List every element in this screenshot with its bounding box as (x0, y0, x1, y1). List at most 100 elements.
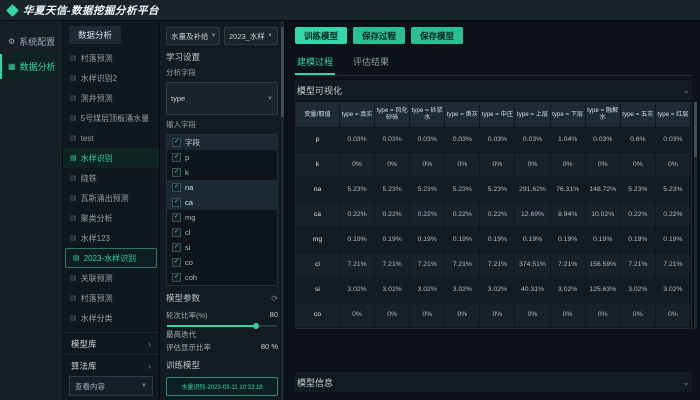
checkbox-icon[interactable]: ✓ (172, 183, 181, 192)
document-icon: ▤ (70, 154, 77, 162)
nav-item-label: 村落预测 (81, 53, 113, 64)
param-value[interactable]: 80 % (261, 342, 278, 353)
nav-item[interactable]: ▤村落预测 (63, 48, 159, 68)
field-row[interactable]: ✓p (167, 150, 277, 165)
section-model-library[interactable]: 模型库› (63, 332, 159, 354)
table-cell: 156.59% (586, 253, 621, 278)
refresh-icon[interactable]: ⟳ (271, 294, 278, 303)
table-cell: 3.02% (410, 278, 445, 303)
table-cell: 0% (586, 153, 621, 178)
document-icon: ▤ (70, 114, 77, 122)
sidebar-item[interactable]: ⚙系统配置 (0, 29, 62, 54)
table-cell: 0.22% (445, 203, 480, 228)
table-header-cell: type = 奥灰 (445, 103, 480, 128)
nav-item[interactable]: ▤水样123 (63, 228, 159, 248)
nav-item[interactable]: ▤水样识别2 (63, 68, 159, 88)
field-row[interactable]: ✓k (167, 165, 277, 180)
field-label: ca (185, 198, 193, 207)
param-slider[interactable] (167, 325, 277, 327)
field-row[interactable]: ✓co (167, 255, 277, 270)
table-scrollbar[interactable] (694, 102, 697, 329)
field-label: na (185, 183, 193, 192)
sidebar-item[interactable]: ▦数据分析 (0, 54, 62, 79)
checkbox-icon[interactable]: ✓ (172, 153, 181, 162)
project-select[interactable]: 水量及补给 ▼ (166, 27, 220, 45)
sample-select[interactable]: 2023_水样 ▼ (224, 27, 278, 45)
app-title: 华夏天信-数据挖掘分析平台 (23, 3, 159, 18)
model-visualization-bar[interactable]: 模型可视化 ⌄ (295, 80, 692, 100)
nav-item[interactable]: ▤水样识别 (63, 148, 159, 168)
field-label: cl (185, 228, 190, 237)
table-row: k0%0%0%0%0%0%0%0%0%0% (296, 153, 691, 178)
field-row[interactable]: ✓ cl (167, 225, 277, 240)
tab-modeling-process[interactable]: 建模过程 (295, 51, 335, 75)
field-label: k (185, 168, 189, 177)
toolbar: 训练模型保存过程保存模型 (295, 27, 692, 44)
field-row[interactable]: ✓ na (167, 180, 277, 195)
field-header-label: 字段 (185, 137, 200, 148)
nav-item-label: 水样识别2 (81, 73, 117, 84)
scrollbar-thumb[interactable] (281, 27, 284, 117)
checkbox-icon[interactable]: ✓ (172, 168, 181, 177)
nav-item[interactable]: ▤关联预测 (63, 268, 159, 288)
panel-scrollbar[interactable] (281, 21, 284, 400)
nav-item[interactable]: ▤test (63, 128, 159, 148)
table-cell: 7.21% (656, 253, 691, 278)
analysis-field-value: type (171, 94, 185, 103)
table-cell: 0% (480, 153, 515, 178)
trained-model-chip[interactable]: 水量识别-2023-03-11 10:33:18 (166, 377, 278, 396)
table-cell: 3.02% (340, 278, 375, 303)
param-value[interactable]: 80 (270, 310, 278, 321)
field-row[interactable]: ✓mg (167, 210, 277, 225)
table-cell: 7.21% (480, 253, 515, 278)
table-cell: 0% (551, 303, 586, 328)
nav-item[interactable]: ▤聚类分析 (63, 208, 159, 228)
field-row[interactable]: ✓si (167, 240, 277, 255)
tab-evaluation-result[interactable]: 评估结果 (351, 51, 391, 75)
view-content-dropdown[interactable]: 查看内容 ▼ (69, 376, 153, 396)
section-label: 算法库 (71, 360, 97, 372)
field-row[interactable]: ✓coh (167, 270, 277, 285)
field-listbox: ✓ 字段 ✓p✓k✓na✓ca✓mg✓cl✓si✓co✓coh (166, 134, 278, 286)
table-cell: 3.02% (551, 278, 586, 303)
row-label-cell: k (296, 153, 340, 178)
table-cell: 5.23% (340, 178, 375, 203)
table-cell: 0.03% (410, 128, 445, 153)
table-cell: 0% (551, 153, 586, 178)
checkbox-icon[interactable]: ✓ (172, 273, 181, 282)
nav-item[interactable]: ▤瓦斯涌出预测 (63, 188, 159, 208)
nav-item[interactable]: ▤村落预测 (63, 288, 159, 308)
save-model-button[interactable]: 保存模型 (411, 27, 463, 44)
tab-data-analysis[interactable]: 数据分析 (69, 26, 121, 44)
checkbox-icon[interactable]: ✓ (172, 228, 181, 237)
slider-knob[interactable] (253, 323, 259, 329)
checkbox-icon[interactable]: ✓ (172, 258, 181, 267)
chevron-down-icon: ▼ (211, 33, 217, 39)
table-cell: 0.03% (445, 128, 480, 153)
save-process-button[interactable]: 保存过程 (353, 27, 405, 44)
checkbox-icon[interactable]: ✓ (172, 198, 181, 207)
nav-item[interactable]: ▤绕铁 (63, 168, 159, 188)
train-model-button[interactable]: 训练模型 (295, 27, 347, 44)
table-cell: 0.19% (551, 228, 586, 253)
checkbox-icon[interactable]: ✓ (172, 243, 181, 252)
field-list: ✓p✓k✓na✓ca✓mg✓cl✓si✓co✓coh (167, 150, 277, 285)
nav-item-label: 瓦斯涌出预测 (81, 193, 129, 204)
select-all-checkbox-icon[interactable]: ✓ (172, 138, 181, 147)
nav-item[interactable]: ▤测井预测 (63, 88, 159, 108)
table-cell: 0.22% (480, 203, 515, 228)
analysis-field-select[interactable]: type ▼ (166, 82, 278, 115)
table-header-cell: 变量/取值 (296, 103, 340, 128)
section-algorithm-library[interactable]: 算法库› (63, 354, 159, 376)
field-row[interactable]: ✓ ca (167, 195, 277, 210)
spacer (295, 329, 692, 368)
nav-item[interactable]: ▤5号煤层顶板涌水量 (63, 108, 159, 128)
checkbox-icon[interactable]: ✓ (172, 213, 181, 222)
model-info-bar[interactable]: 模型信息 ⌄ (295, 372, 692, 392)
scrollbar-thumb[interactable] (694, 102, 697, 157)
table-row: p0.03%0.03%0.03%0.03%0.03%0.03%1.04%0.03… (296, 128, 691, 153)
nav-item[interactable]: ▤2023-水样识别 (65, 248, 157, 268)
nav-item[interactable]: ▤水样分类 (63, 308, 159, 328)
table-header-cell: type = 五灰 (621, 103, 656, 128)
table-cell: 0% (375, 153, 410, 178)
